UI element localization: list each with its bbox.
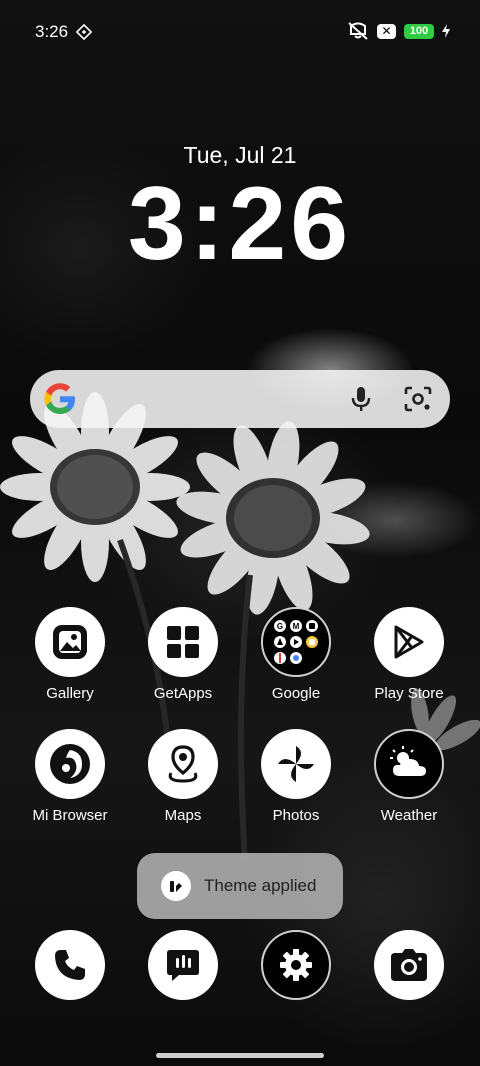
google-g-icon — [44, 383, 75, 414]
settings-icon — [280, 949, 312, 981]
toast-text: Theme applied — [204, 876, 317, 895]
weather-icon — [374, 729, 444, 799]
google-search-bar[interactable] — [30, 370, 450, 428]
clock-time[interactable]: 3:26 — [0, 169, 480, 279]
messages-icon — [167, 950, 199, 981]
mi-browser-icon — [35, 729, 105, 799]
dock-settings[interactable] — [261, 930, 331, 1000]
network-speed-icon — [76, 24, 92, 40]
clock-date[interactable]: Tue, Jul 21 — [0, 142, 480, 169]
status-bar: 3:26 ✕ 100 — [0, 0, 480, 62]
app-weather[interactable]: Weather — [353, 729, 465, 824]
mic-icon[interactable] — [348, 385, 374, 413]
themes-app-icon — [161, 871, 191, 901]
app-mi-browser[interactable]: Mi Browser — [14, 729, 126, 824]
toast-notification: Theme applied — [137, 853, 343, 919]
svg-text:G: G — [277, 622, 283, 631]
camera-icon — [391, 949, 427, 981]
notification-x-icon: ✕ — [377, 23, 396, 39]
svg-text:M: M — [293, 622, 300, 631]
app-label-getapps: GetApps — [153, 685, 213, 702]
maps-icon — [148, 729, 218, 799]
gallery-icon — [35, 607, 105, 677]
app-label-gallery: Gallery — [46, 685, 94, 702]
photos-icon — [261, 729, 331, 799]
google-folder-icon: G M — [261, 607, 331, 677]
app-play-store[interactable]: Play Store — [353, 607, 465, 702]
getapps-icon — [148, 607, 218, 677]
dock-camera[interactable] — [374, 930, 444, 1000]
phone-icon — [55, 950, 85, 980]
status-time: 3:26 — [35, 22, 69, 41]
play-store-icon — [374, 607, 444, 677]
app-maps[interactable]: Maps — [127, 729, 239, 824]
home-indicator[interactable] — [156, 1053, 324, 1058]
app-photos[interactable]: Photos — [240, 729, 352, 824]
charging-bolt-icon — [442, 24, 450, 38]
app-getapps[interactable]: GetApps — [127, 607, 239, 702]
app-label-google: Google — [271, 685, 321, 702]
app-label-photos: Photos — [272, 807, 320, 824]
app-google-folder[interactable]: G M Google — [240, 607, 352, 702]
app-label-weather: Weather — [380, 807, 438, 824]
dock-messages[interactable] — [148, 930, 218, 1000]
vibrate-off-icon — [348, 22, 368, 40]
dock-phone[interactable] — [35, 930, 105, 1000]
app-label-mi-browser: Mi Browser — [32, 807, 108, 824]
app-label-play-store: Play Store — [374, 685, 444, 702]
battery-indicator: 100 — [404, 23, 434, 39]
app-label-maps: Maps — [164, 807, 202, 824]
app-gallery[interactable]: Gallery — [14, 607, 126, 702]
lens-icon[interactable] — [404, 386, 432, 412]
